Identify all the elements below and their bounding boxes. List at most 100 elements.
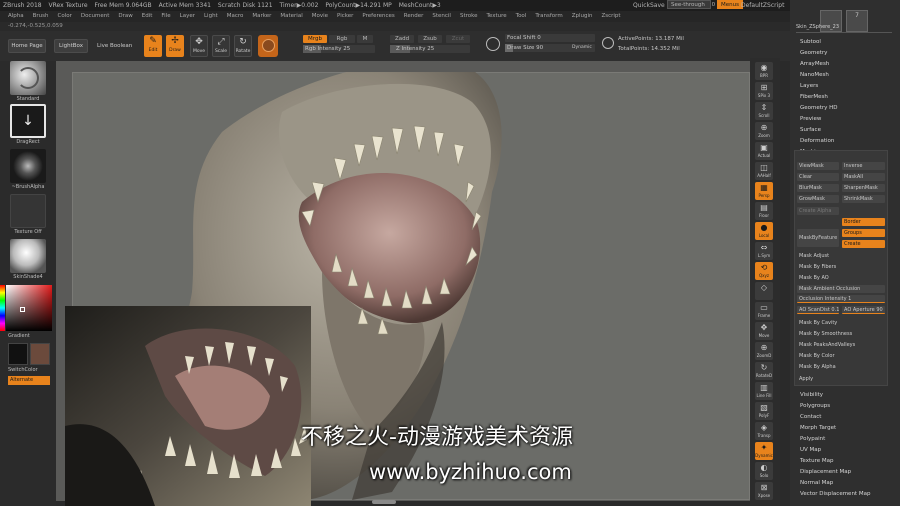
menu-stroke[interactable]: Stroke (460, 11, 478, 22)
switchcolor-button[interactable]: SwitchColor (0, 367, 56, 374)
menu-macro[interactable]: Macro (227, 11, 244, 22)
menu-file[interactable]: File (161, 11, 170, 22)
clear-mask-button[interactable]: Clear (797, 173, 839, 181)
material-swatch[interactable] (258, 35, 278, 57)
menu-picker[interactable]: Picker (337, 11, 353, 22)
home-page-button[interactable]: Home Page (8, 39, 46, 53)
stroke-dragrect-thumb[interactable]: ↓ (10, 104, 46, 138)
alpha-thumb[interactable] (10, 149, 46, 183)
palette-layers[interactable]: Layers (800, 81, 900, 92)
palette-preview[interactable]: Preview (800, 114, 900, 125)
view-zoomd-button[interactable]: ⊕ ZoomD (755, 342, 773, 360)
mask-by-color-button[interactable]: Mask By Color (797, 352, 885, 360)
mask-by-alpha-button[interactable]: Mask By Alpha (797, 363, 885, 371)
menu-edit[interactable]: Edit (142, 11, 153, 22)
maskall-button[interactable]: MaskAll (842, 173, 885, 181)
view-move-button[interactable]: ✥ Move (755, 322, 773, 340)
palette-vector-displacement-map[interactable]: Vector Displacement Map (800, 489, 900, 500)
palette-displacement-map[interactable]: Displacement Map (800, 467, 900, 478)
menu-zscript[interactable]: Zscript (601, 11, 620, 22)
view-axis-button[interactable]: ◇ (755, 282, 773, 300)
view-qxyz-button[interactable]: ⟲ Qxyz (755, 262, 773, 280)
growmask-button[interactable]: GrowMask (797, 195, 839, 203)
texture-thumb[interactable] (10, 194, 46, 228)
apply-button[interactable]: Apply (797, 375, 885, 383)
menu-render[interactable]: Render (404, 11, 424, 22)
viewmask-button[interactable]: ViewMask (797, 162, 839, 170)
view-actual-button[interactable]: ▣ Actual (755, 142, 773, 160)
mask-by-fibers-button[interactable]: Mask By Fibers (797, 263, 885, 271)
palette-morph-target[interactable]: Morph Target (800, 423, 900, 434)
view-solo-button[interactable]: ◐ Solo (755, 462, 773, 480)
menu-alpha[interactable]: Alpha (8, 11, 24, 22)
palette-subtool[interactable]: Subtool (800, 37, 900, 48)
default-zscript-button[interactable]: DefaultZScript (741, 0, 784, 11)
menu-zplugin[interactable]: Zplugin (572, 11, 593, 22)
mask-peaks-valleys-button[interactable]: Mask PeaksAndValleys (797, 341, 885, 349)
palette-geometry-hd[interactable]: Geometry HD (800, 103, 900, 114)
rotate-tool-button[interactable]: ↻ Rotate (234, 35, 252, 57)
subtool-thumb-2[interactable]: 7 (846, 10, 868, 32)
view-aahalf-button[interactable]: ◫ AAHalf (755, 162, 773, 180)
view-transp-button[interactable]: ◈ Transp (755, 422, 773, 440)
groups-toggle[interactable]: Groups (842, 229, 885, 237)
dynamic-toggle[interactable]: Dynamic (572, 44, 592, 52)
view-persp-button[interactable]: ▦ Persp (755, 182, 773, 200)
mask-by-smoothness-button[interactable]: Mask By Smoothness (797, 330, 885, 338)
rgb-toggle[interactable]: Rgb (329, 35, 355, 43)
ao-scandist-slider[interactable]: AO ScanDist 0.1 (797, 306, 839, 314)
create-toggle[interactable]: Create (842, 240, 885, 248)
mask-ambient-occlusion-button[interactable]: Mask Ambient Occlusion (797, 285, 885, 293)
lazy-mouse-icon[interactable] (486, 37, 500, 51)
palette-texture-map[interactable]: Texture Map (800, 456, 900, 467)
maskbyfeature-button[interactable]: MaskByFeature (797, 229, 839, 247)
zcut-toggle[interactable]: Zcut (446, 35, 470, 43)
palette-visibility[interactable]: Visibility (800, 390, 900, 401)
color-picker[interactable] (6, 285, 52, 331)
menu-tool[interactable]: Tool (516, 11, 527, 22)
main-color-swatch[interactable] (8, 343, 28, 365)
shrinkmask-button[interactable]: ShrinkMask (842, 195, 885, 203)
edit-tool-button[interactable]: ✎ Edit (144, 35, 162, 57)
brush-standard-thumb[interactable] (10, 61, 46, 95)
gradient-label[interactable]: Gradient (0, 333, 56, 340)
menu-light[interactable]: Light (204, 11, 218, 22)
mask-adjust-button[interactable]: Mask Adjust (797, 252, 885, 260)
palette-deformation[interactable]: Deformation (800, 136, 900, 147)
menu-document[interactable]: Document (81, 11, 110, 22)
m-toggle[interactable]: M (357, 35, 373, 43)
view-xpose-button[interactable]: ⊠ Xpose (755, 482, 773, 500)
mask-by-ao-button[interactable]: Mask By AO (797, 274, 885, 282)
border-toggle[interactable]: Border (842, 218, 885, 226)
view-floor-button[interactable]: ▤ Floor (755, 202, 773, 220)
menu-preferences[interactable]: Preferences (362, 11, 394, 22)
scale-tool-button[interactable]: ⤢ Scale (212, 35, 230, 57)
palette-arraymesh[interactable]: ArrayMesh (800, 59, 900, 70)
zadd-toggle[interactable]: Zadd (390, 35, 414, 43)
view-line-fill-button[interactable]: ▥ Line Fill (755, 382, 773, 400)
mask-by-cavity-button[interactable]: Mask By Cavity (797, 319, 885, 327)
view-local-button[interactable]: ● Local (755, 222, 773, 240)
mrgb-toggle[interactable]: Mrgb (303, 35, 327, 43)
view-l-sym-button[interactable]: ⇔ L.Sym (755, 242, 773, 260)
ao-aperture-slider[interactable]: AO Aperture 90 (842, 306, 885, 314)
menus-toggle[interactable]: Menus (717, 0, 743, 9)
palette-polypaint[interactable]: Polypaint (800, 434, 900, 445)
menu-movie[interactable]: Movie (312, 11, 328, 22)
menu-stencil[interactable]: Stencil (432, 11, 451, 22)
material-thumb[interactable] (10, 239, 46, 273)
menu-material[interactable]: Material (280, 11, 302, 22)
blurmask-button[interactable]: BlurMask (797, 184, 839, 192)
view-dynamic-button[interactable]: ✦ Dynamic (755, 442, 773, 460)
palette-surface[interactable]: Surface (800, 125, 900, 136)
live-boolean-button[interactable]: Live Boolean (97, 39, 132, 53)
secondary-color-swatch[interactable] (30, 343, 50, 365)
hue-strip[interactable] (0, 285, 5, 331)
menu-marker[interactable]: Marker (252, 11, 271, 22)
palette-fibermesh[interactable]: FiberMesh (800, 92, 900, 103)
view-scroll-button[interactable]: ⇕ Scroll (755, 102, 773, 120)
zsub-toggle[interactable]: Zsub (418, 35, 442, 43)
sharpenmask-button[interactable]: SharpenMask (842, 184, 885, 192)
draw-tool-button[interactable]: ✢ Draw (166, 35, 184, 57)
lightbox-button[interactable]: LightBox (54, 39, 88, 53)
